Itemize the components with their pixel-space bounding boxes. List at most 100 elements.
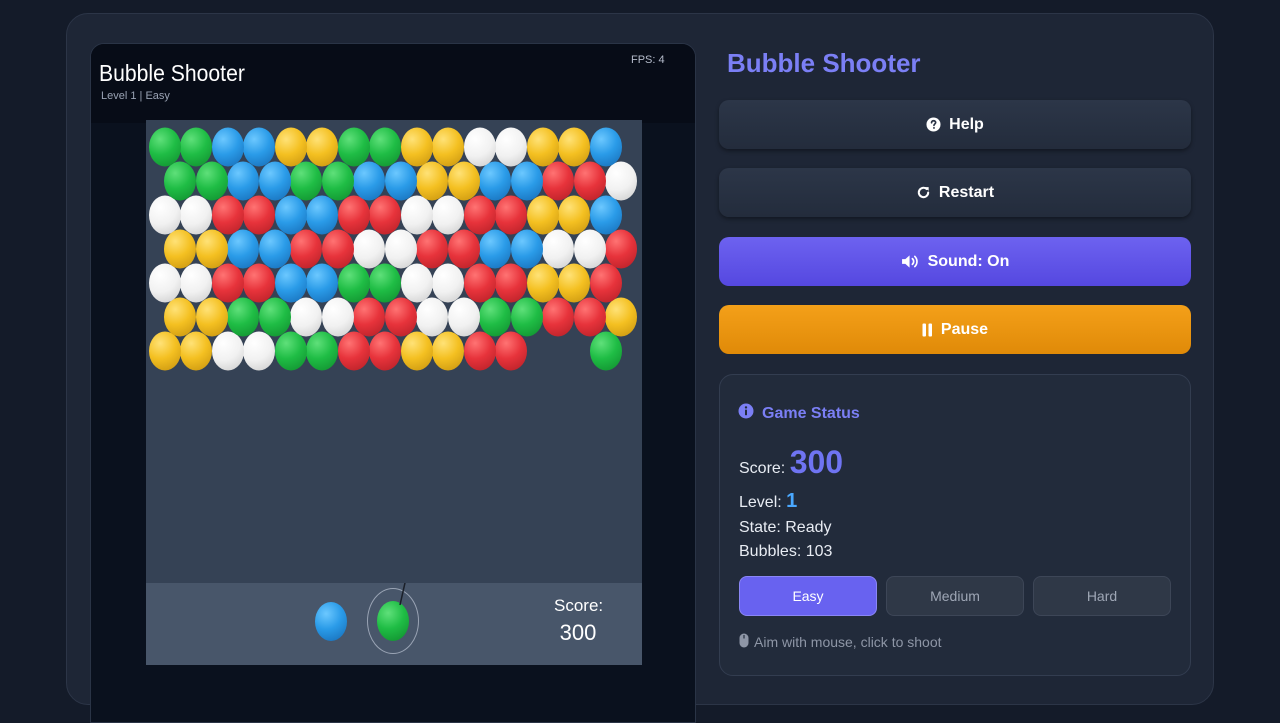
bubble-blue [353,161,386,201]
bar-score-label: Score: [554,596,604,615]
bubble-red [542,297,575,337]
difficulty-medium-button[interactable]: Medium [886,576,1024,616]
bubble-yellow [526,195,559,235]
bubble-white [432,195,464,235]
bubble-red [211,195,244,235]
difficulty-hard-button[interactable]: Hard [1033,576,1171,616]
bubble-red [243,195,275,235]
aim-hint: Aim with mouse, click to shoot [739,633,942,651]
bubble-white [432,263,464,303]
restart-button-label: Restart [938,183,995,201]
bubble-red [542,161,575,201]
bubble-blue [258,161,291,201]
pause-button[interactable]: Pause [719,305,1191,354]
bubble-yellow [432,127,464,167]
bubble-blue [589,195,622,235]
bubble-green [369,263,401,303]
bubble-blue [306,263,338,303]
bubble-green [510,297,543,337]
bubble-white [573,229,606,269]
game-header: Bubble Shooter Level 1 | Easy FPS: 4 [91,44,695,123]
bubble-red [211,263,244,303]
bubble-yellow [164,229,197,269]
bubble-white [605,161,638,201]
bubble-yellow [416,161,449,201]
bubble-yellow [195,297,228,337]
difficulty-easy-button[interactable]: Easy [739,576,877,616]
restart-button[interactable]: Restart [719,168,1191,217]
sound-button[interactable]: Sound: On [719,237,1191,286]
bubble-red [447,229,480,269]
bubble-green [227,297,260,337]
help-button-label: Help [949,115,984,133]
bubble-white [243,331,275,371]
bubble-green [274,331,307,371]
help-button[interactable]: Help [719,100,1191,149]
bubble-blue [384,161,417,201]
bubble-blue [306,195,338,235]
sound-button-label: Sound: On [927,252,1010,270]
bubble-red [573,161,606,201]
bubble-yellow [526,127,559,167]
bubble-yellow [195,229,228,269]
bubble-white [353,229,386,269]
bubble-yellow [558,263,590,303]
bubble-red [463,331,496,371]
bubble-white [384,229,417,269]
bubble-blue [243,127,275,167]
status-score: Score: 300 [739,444,843,481]
aim-hint-text: Aim with mouse, click to shoot [754,634,942,650]
bubble-yellow [148,331,181,371]
game-board[interactable]: Score: 300 [146,120,642,665]
game-status-header: Game Status [738,403,860,424]
bar-score-value: 300 [559,620,597,645]
bubble-yellow [605,297,638,337]
bubble-green [195,161,228,201]
pause-icon [922,323,933,337]
bubble-red [605,229,638,269]
game-panel: Bubble Shooter Level 1 | Easy FPS: 4 Sco… [90,43,696,723]
bubble-yellow [526,263,559,303]
bubble-blue [589,127,622,167]
bubble-red [243,263,275,303]
bubble-green [148,127,181,167]
bubble-green [164,161,197,201]
status-score-value: 300 [789,444,844,480]
bubble-white [148,195,181,235]
bubble-blue [510,229,543,269]
bubble-yellow [164,297,197,337]
bubble-yellow [432,331,464,371]
bubble-blue [479,161,512,201]
bubble-blue [274,263,307,303]
bubble-white [416,297,449,337]
info-circle-icon [738,403,754,424]
bubble-blue [227,161,260,201]
bubble-red [337,195,370,235]
status-level-label: Level: [739,494,782,511]
status-level-value: 1 [786,490,798,512]
bubble-yellow [447,161,480,201]
bubble-red [463,195,496,235]
bubble-white [542,229,575,269]
sidebar-title: Bubble Shooter [727,48,921,78]
bubble-red [290,229,323,269]
bubble-yellow [400,127,433,167]
bubble-red [369,331,401,371]
bubble-blue [211,127,244,167]
bubble-red [384,297,417,337]
bubble-yellow [274,127,307,167]
status-state: State: Ready [739,519,832,536]
bubble-red [353,297,386,337]
bubble-white [180,195,212,235]
game-status-title: Game Status [762,404,860,422]
bubble-red [416,229,449,269]
bubble-white [463,127,496,167]
bubble-blue [258,229,291,269]
game-title: Bubble Shooter [99,60,245,86]
fps-counter: FPS: 4 [631,54,665,66]
bubble-white [400,263,433,303]
bubble-green [369,127,401,167]
bubble-red [573,297,606,337]
game-subtitle: Level 1 | Easy [101,90,170,102]
bubble-green [306,331,338,371]
